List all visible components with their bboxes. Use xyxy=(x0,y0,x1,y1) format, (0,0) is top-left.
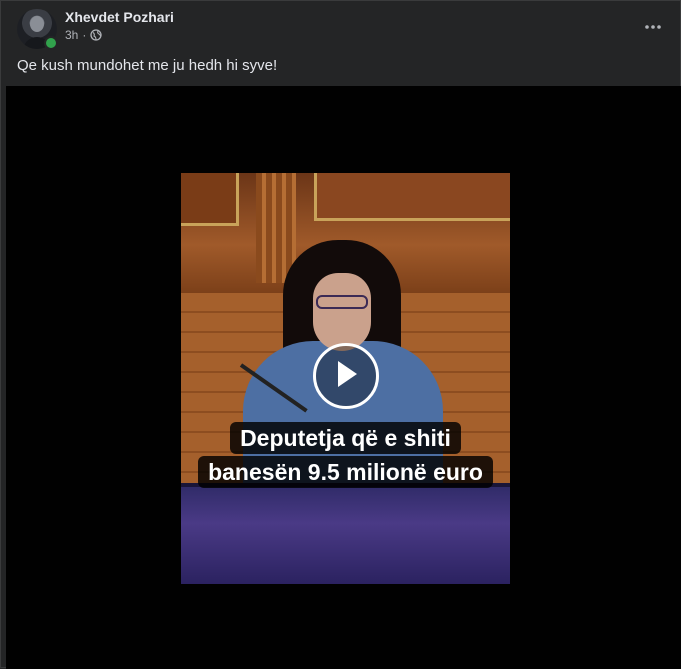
post-header: Xhevdet Pozhari 3h · xyxy=(17,9,667,50)
online-status-indicator xyxy=(44,36,58,50)
post-text: Qe kush mundohet me ju hedh hi syve! xyxy=(17,57,278,74)
author-name[interactable]: Xhevdet Pozhari xyxy=(65,9,174,25)
post-time[interactable]: 3h xyxy=(65,28,78,42)
globe-icon xyxy=(90,29,103,41)
caption-line-2: banesën 9.5 milionë euro xyxy=(198,456,493,488)
video-controls-bar[interactable] xyxy=(6,639,681,669)
more-options-button[interactable] xyxy=(639,11,667,39)
play-button[interactable] xyxy=(313,343,379,409)
video-caption: Deputetja që e shiti banesën 9.5 milionë… xyxy=(181,421,510,489)
video-player[interactable]: Deputetja që e shiti banesën 9.5 milionë… xyxy=(6,86,681,669)
author-avatar[interactable] xyxy=(17,9,58,50)
facebook-post: Xhevdet Pozhari 3h · Qe kush mundohet me… xyxy=(0,0,681,669)
video-thumbnail[interactable]: Deputetja që e shiti banesën 9.5 milionë… xyxy=(181,173,510,584)
play-icon xyxy=(333,359,359,394)
caption-line-1: Deputetja që e shiti xyxy=(230,422,461,454)
post-meta: 3h · xyxy=(65,28,103,42)
more-horizontal-icon xyxy=(645,16,661,34)
meta-separator: · xyxy=(82,28,87,42)
